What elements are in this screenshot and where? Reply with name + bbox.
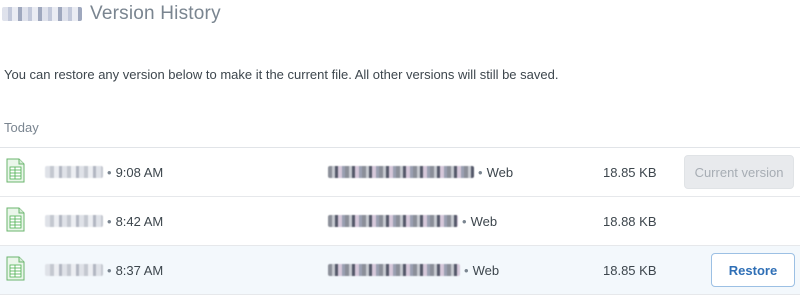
version-size: 18.85 KB: [603, 164, 657, 180]
separator-dot: •: [107, 164, 112, 180]
version-source: Web: [470, 213, 498, 229]
separator-dot: •: [478, 164, 483, 180]
separator-dot: •: [462, 213, 467, 229]
page-title: Version History: [90, 3, 221, 24]
version-row[interactable]: • 9:08 AM • Web 18.85 KB Current version: [0, 148, 800, 197]
redacted-file-name: [2, 7, 82, 21]
separator-dot: •: [464, 262, 469, 278]
versions-table: • 9:08 AM • Web 18.85 KB Current version: [0, 147, 800, 295]
version-time: 8:37 AM: [115, 262, 164, 278]
version-time: 8:42 AM: [115, 213, 164, 229]
redacted-editor-name: [328, 264, 460, 276]
redacted-date: [45, 215, 103, 227]
separator-dot: •: [107, 262, 112, 278]
version-row[interactable]: • 8:42 AM • Web 18.88 KB: [0, 197, 800, 246]
version-when: • 9:08 AM: [45, 165, 163, 180]
redacted-date: [45, 264, 103, 276]
description-text: You can restore any version below to mak…: [4, 67, 559, 82]
spreadsheet-file-icon: [6, 256, 25, 281]
spreadsheet-file-icon: [6, 207, 25, 232]
title-row: Version History: [0, 0, 221, 28]
spreadsheet-file-icon: [6, 158, 25, 183]
version-editor: • Web: [328, 165, 513, 180]
version-time: 9:08 AM: [115, 164, 164, 180]
version-size: 18.88 KB: [603, 213, 657, 229]
separator-dot: •: [107, 213, 112, 229]
version-history-panel: Version History You can restore any vers…: [0, 0, 800, 297]
version-when: • 8:37 AM: [45, 263, 163, 278]
restore-button[interactable]: Restore: [711, 253, 795, 287]
version-row[interactable]: • 8:37 AM • Web 18.85 KB Restore: [0, 246, 800, 295]
version-when: • 8:42 AM: [45, 214, 163, 229]
redacted-editor-name: [328, 166, 474, 178]
version-editor: • Web: [328, 214, 497, 229]
version-source: Web: [486, 164, 514, 180]
section-label-today: Today: [4, 120, 39, 135]
version-size: 18.85 KB: [603, 262, 657, 278]
redacted-editor-name: [328, 215, 458, 227]
version-source: Web: [472, 262, 500, 278]
version-editor: • Web: [328, 263, 499, 278]
current-version-button: Current version: [684, 155, 794, 189]
redacted-date: [45, 166, 103, 178]
